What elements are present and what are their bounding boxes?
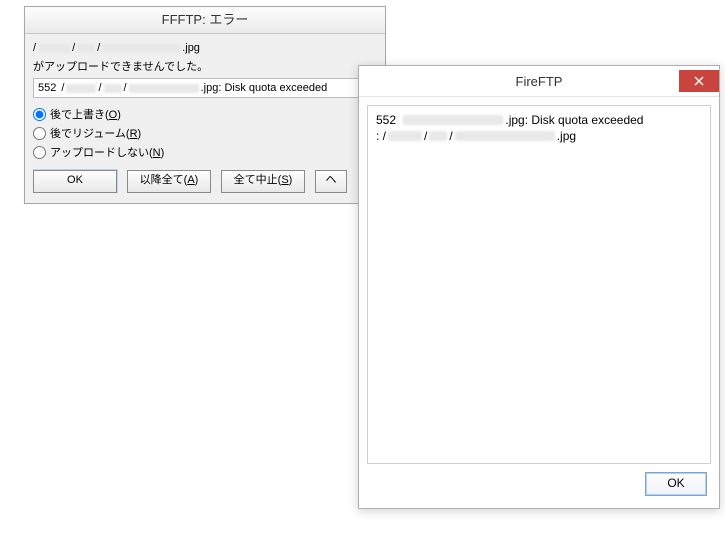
redacted-segment (77, 44, 95, 53)
redacted-segment (403, 115, 503, 125)
all-stop-button[interactable]: 全て中止(S) (221, 170, 305, 193)
fireftp-message-area: 552 .jpg: Disk quota exceeded : / / / .j… (367, 105, 711, 464)
redacted-segment (455, 131, 555, 141)
ffftp-radio-group: 後で上書き(O) 後でリジューム(R) アップロードしない(N) (33, 106, 377, 160)
ffftp-status-text: .jpg: Disk quota exceeded (201, 82, 328, 94)
ffftp-path-line: / / / .jpg (33, 42, 377, 54)
radio-resume-input[interactable] (33, 127, 46, 140)
radio-skip[interactable]: アップロードしない(N) (33, 144, 377, 160)
radio-overwrite-input[interactable] (33, 108, 46, 121)
all-after-button[interactable]: 以降全て(A) (127, 170, 211, 193)
ffftp-status-code: 552 (38, 82, 56, 94)
fireftp-ok-button[interactable]: OK (645, 472, 707, 496)
redacted-segment (104, 84, 122, 93)
redacted-segment (388, 131, 422, 141)
ffftp-body: / / / .jpg がアップロードできませんでした。 552 / / / .j… (25, 34, 385, 203)
ffftp-title: FFFTP: エラー (162, 12, 249, 27)
ffftp-button-row: OK 以降全て(A) 全て中止(S) ヘ (33, 168, 377, 193)
fireftp-line2: : / / / .jpg (376, 128, 702, 144)
close-button[interactable] (679, 70, 719, 92)
redacted-segment (129, 84, 199, 93)
redacted-segment (66, 84, 96, 93)
ffftp-upload-failed-text: がアップロードできませんでした。 (33, 58, 377, 74)
ok-button[interactable]: OK (33, 170, 117, 193)
fireftp-dialog: FireFTP 552 .jpg: Disk quota exceeded : … (358, 65, 720, 509)
ffftp-message-box: 552 / / / .jpg: Disk quota exceeded (33, 78, 377, 98)
fireftp-line1: 552 .jpg: Disk quota exceeded (376, 112, 702, 128)
fireftp-footer: OK (359, 472, 719, 508)
close-icon (694, 76, 704, 86)
help-button-clipped[interactable]: ヘ (315, 170, 347, 193)
fireftp-titlebar: FireFTP (359, 66, 719, 97)
redacted-segment (429, 131, 447, 141)
radio-resume[interactable]: 後でリジューム(R) (33, 125, 377, 141)
fireftp-title: FireFTP (399, 74, 679, 89)
ffftp-titlebar: FFFTP: エラー (25, 7, 385, 34)
radio-overwrite[interactable]: 後で上書き(O) (33, 106, 377, 122)
ffftp-path-ext: .jpg (182, 42, 200, 54)
radio-skip-input[interactable] (33, 146, 46, 159)
redacted-segment (102, 44, 180, 53)
redacted-segment (38, 44, 70, 53)
ffftp-error-dialog: FFFTP: エラー / / / .jpg がアップロードできませんでした。 5… (24, 6, 386, 204)
